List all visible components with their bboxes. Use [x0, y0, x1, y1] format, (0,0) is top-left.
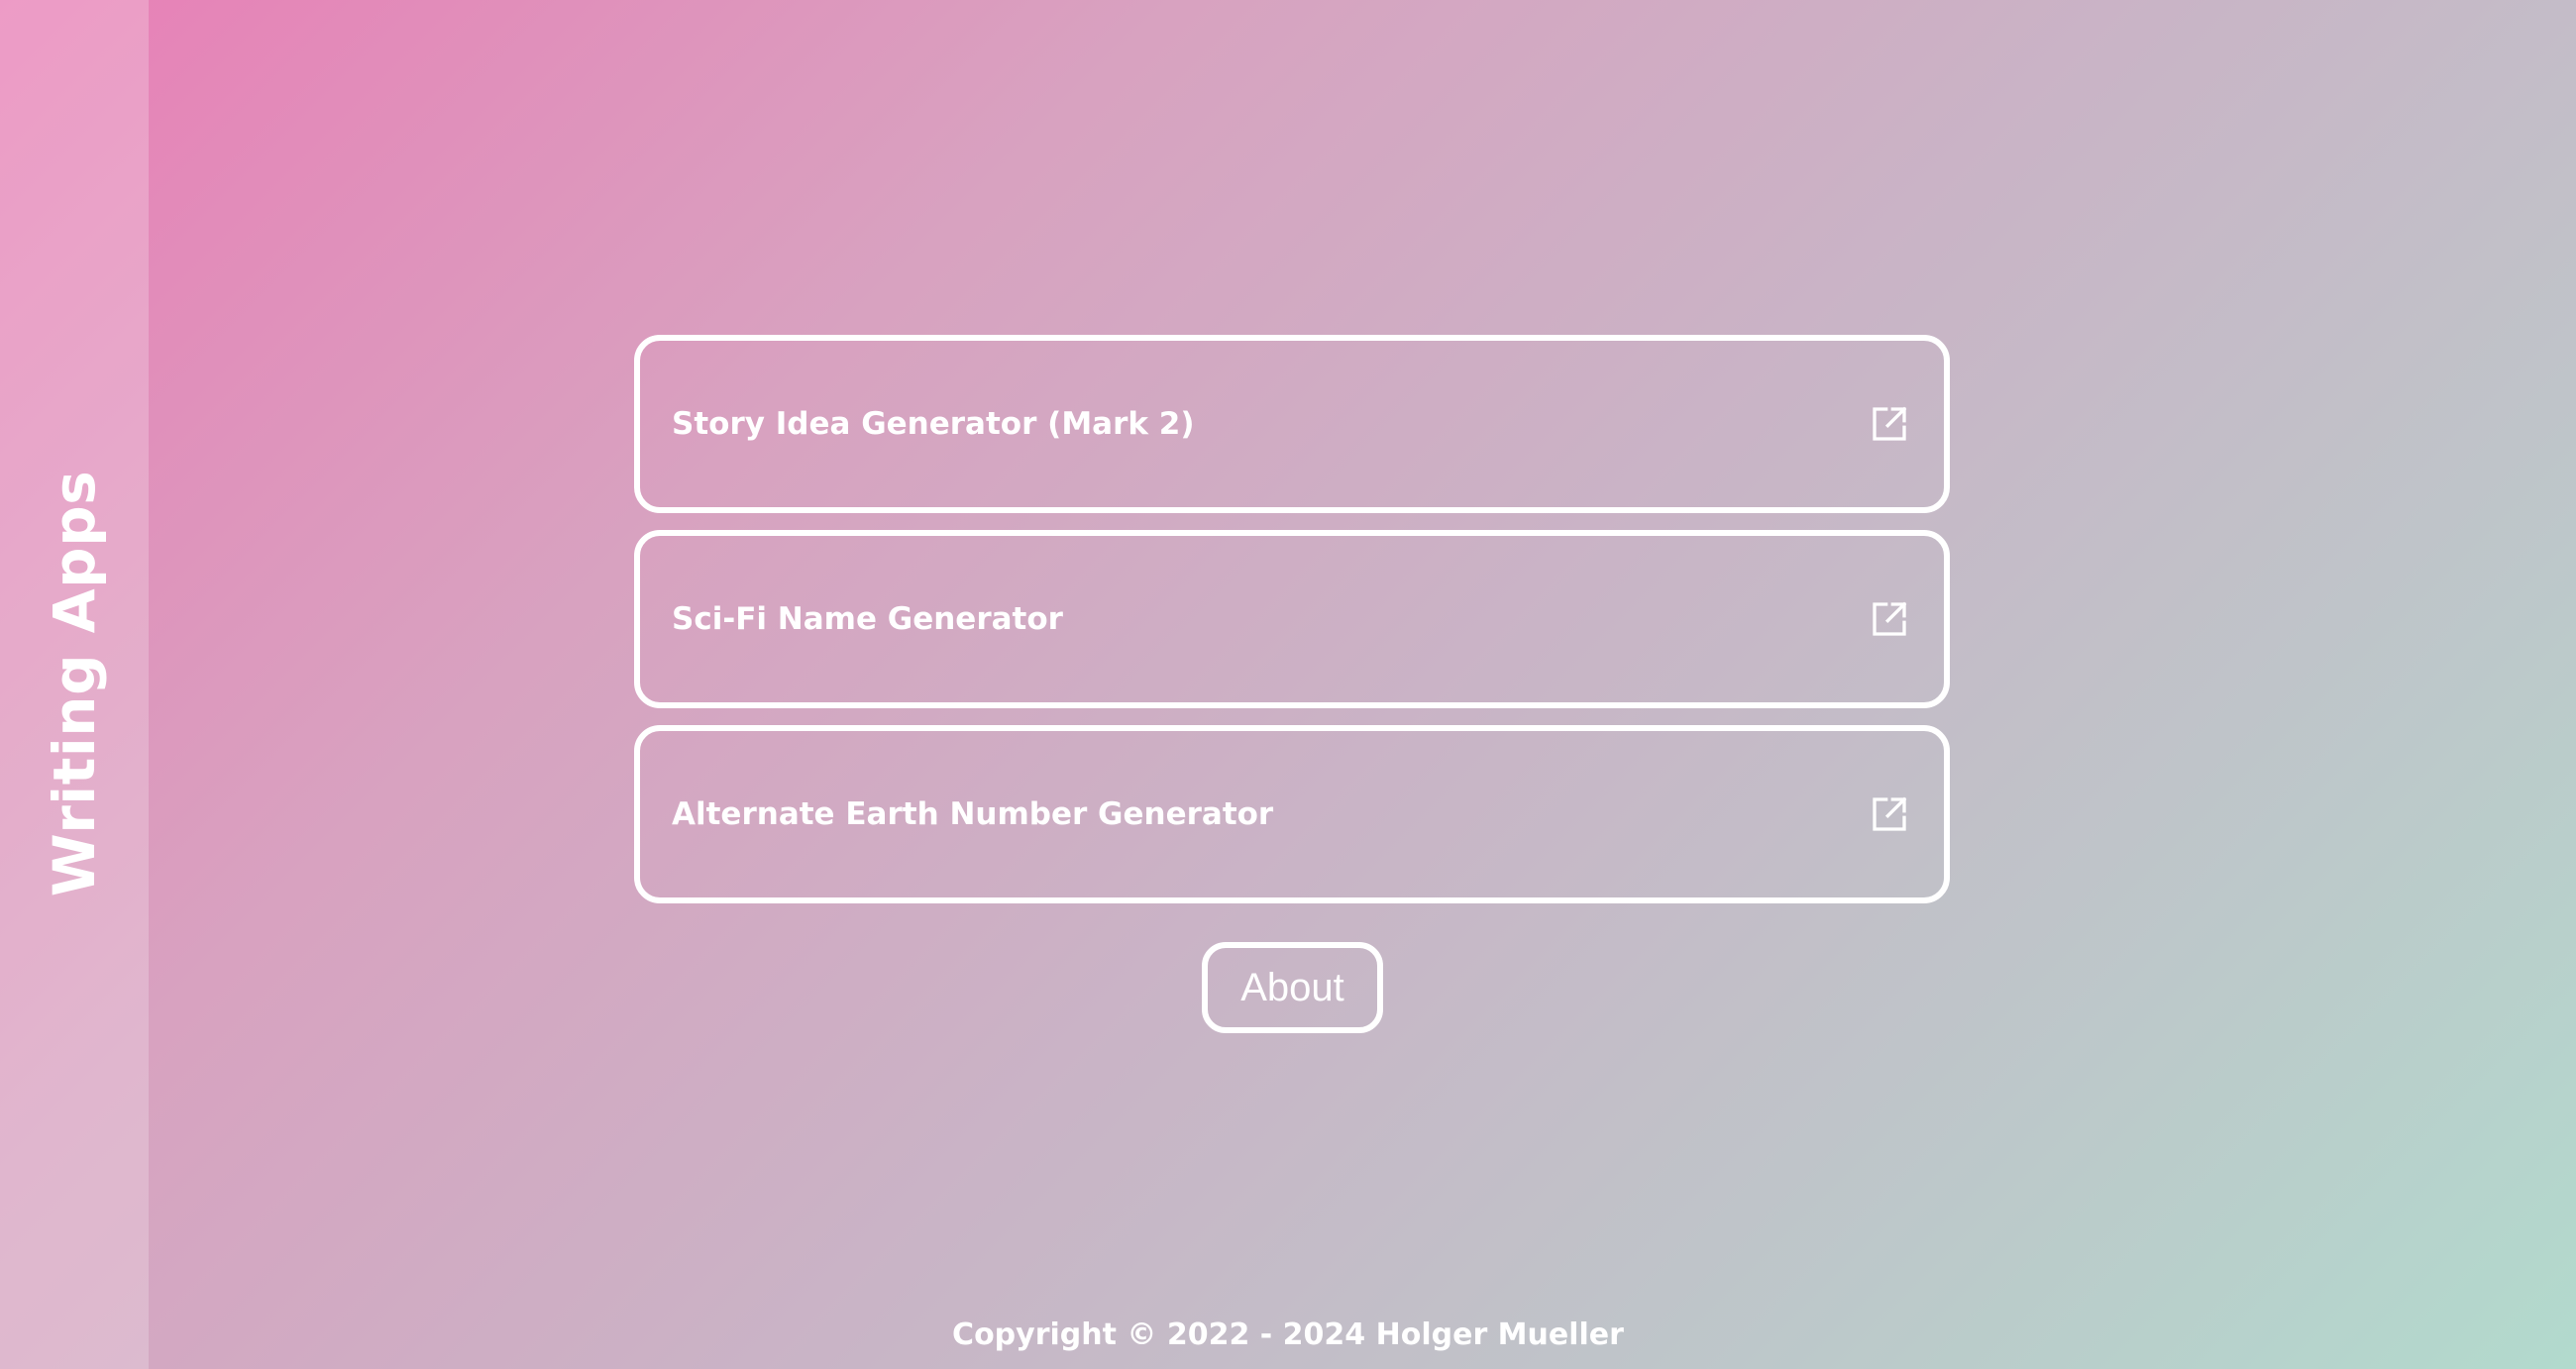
- app-card-sci-fi-name-generator[interactable]: Sci-Fi Name Generator: [634, 530, 1950, 708]
- app-list: Story Idea Generator (Mark 2) Sci-Fi Nam…: [634, 335, 1950, 920]
- app-card-alternate-earth-number-generator[interactable]: Alternate Earth Number Generator: [634, 725, 1950, 903]
- external-link-icon: [1869, 403, 1910, 445]
- external-link-icon: [1869, 793, 1910, 835]
- app-card-story-idea-generator[interactable]: Story Idea Generator (Mark 2): [634, 335, 1950, 513]
- sidebar: Writing Apps: [0, 0, 149, 1369]
- footer-copyright: Copyright © 2022 - 2024 Holger Mueller: [952, 1317, 1624, 1352]
- external-link-icon: [1869, 598, 1910, 640]
- app-card-label: Sci-Fi Name Generator: [672, 601, 1063, 637]
- sidebar-title: Writing Apps: [41, 470, 108, 897]
- app-card-label: Story Idea Generator (Mark 2): [672, 406, 1195, 442]
- app-card-label: Alternate Earth Number Generator: [672, 796, 1274, 832]
- about-button[interactable]: About: [1202, 942, 1383, 1033]
